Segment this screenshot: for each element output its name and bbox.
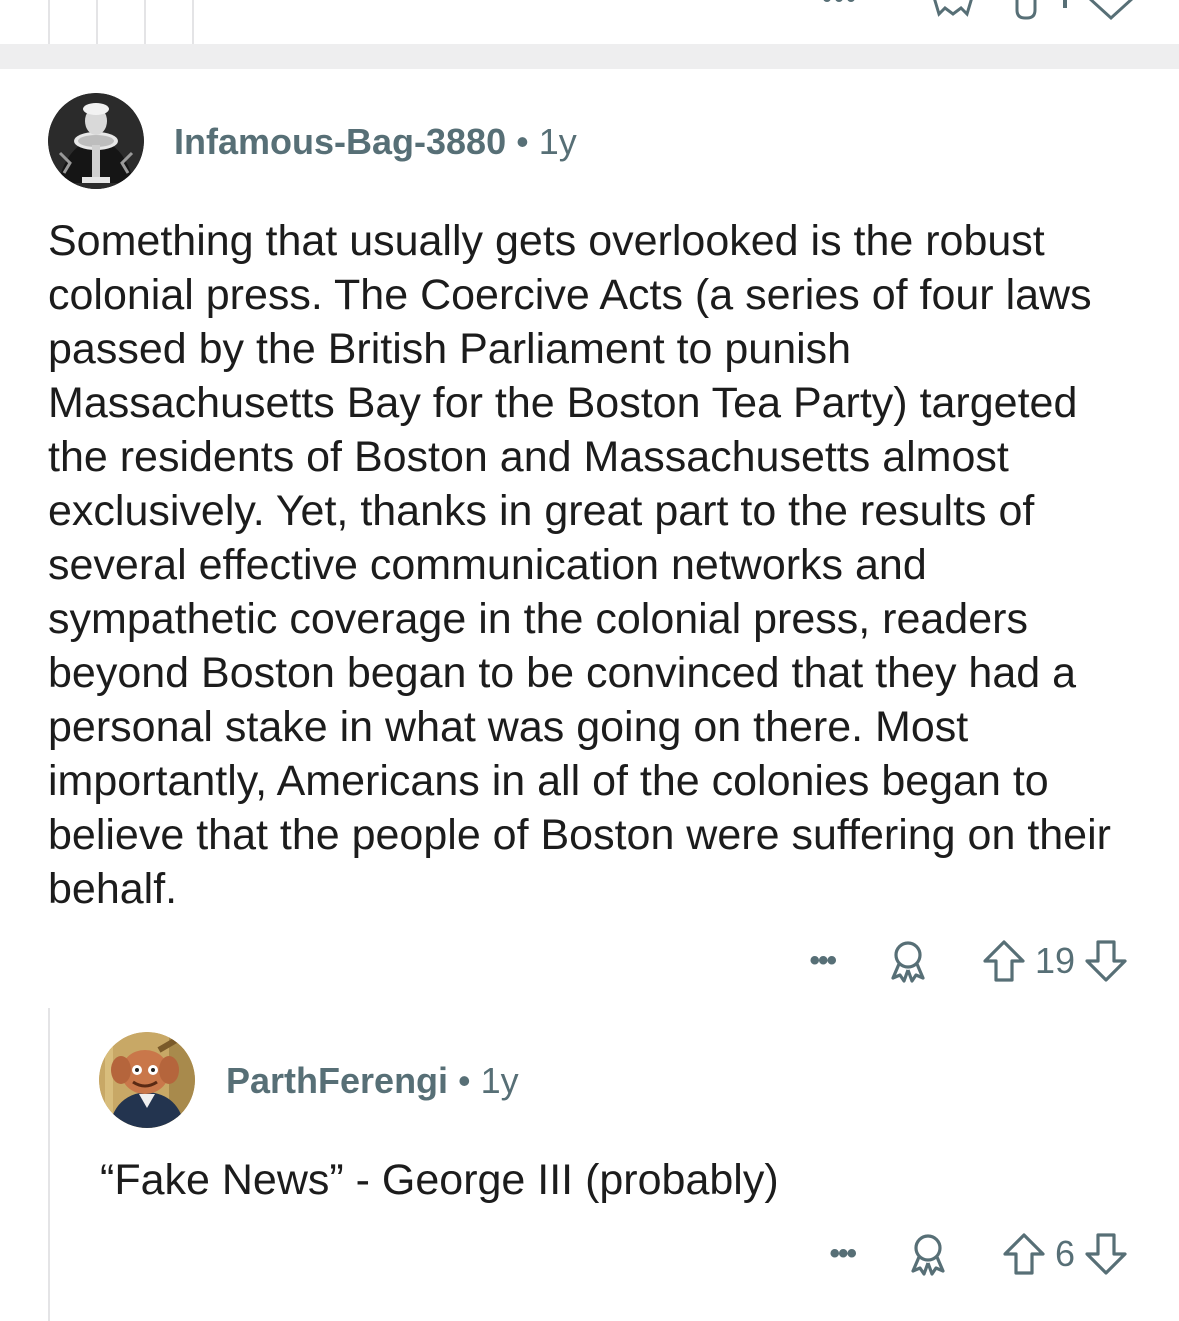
- meta-separator: •: [458, 1060, 471, 1101]
- thread-line[interactable]: [96, 0, 98, 44]
- downvote-arrow-icon[interactable]: [1088, 0, 1133, 21]
- avatar[interactable]: [99, 1032, 195, 1128]
- comment-parthferengi: ParthFerengi • 1y “Fake News” - George III…: [0, 1008, 1179, 1321]
- award-icon[interactable]: [885, 938, 931, 984]
- comment-meta: Infamous-Bag-3880 • 1y: [174, 121, 577, 163]
- comment-body: “Fake News” - George III (probably): [100, 1156, 779, 1204]
- thread-line[interactable]: [192, 0, 194, 44]
- comment-age: 1y: [480, 1060, 519, 1101]
- vote-score: 19: [1034, 940, 1075, 981]
- comment-age: 1y: [538, 121, 577, 162]
- previous-comment-actions: [813, 0, 1133, 22]
- award-icon[interactable]: [933, 0, 973, 17]
- author-name[interactable]: ParthFerengi: [226, 1060, 448, 1101]
- author-name[interactable]: Infamous-Bag-3880: [174, 121, 506, 162]
- score-fragment: [1063, 0, 1067, 8]
- meta-separator: •: [516, 121, 529, 162]
- thread-line[interactable]: [48, 0, 50, 44]
- previous-comment-footer: [0, 0, 1179, 44]
- comment-infamous-bag: Infamous-Bag-3880 • 1y Something that usua…: [0, 69, 1179, 1029]
- avatar[interactable]: [48, 93, 144, 189]
- more-options-icon[interactable]: •••: [829, 1237, 856, 1271]
- comment-meta: ParthFerengi • 1y: [226, 1060, 519, 1102]
- upvote-arrow-icon[interactable]: [1001, 1231, 1047, 1277]
- vote-score: 6: [1054, 1233, 1075, 1274]
- downvote-arrow-icon[interactable]: [1083, 1231, 1129, 1277]
- comment-body: Something that usually gets overlooked i…: [48, 217, 1111, 913]
- award-icon[interactable]: [905, 1231, 951, 1277]
- comment-actions: ••• 6: [829, 1224, 1129, 1284]
- downvote-arrow-icon[interactable]: [1083, 938, 1129, 984]
- upvote-arrow-icon[interactable]: [981, 938, 1027, 984]
- comment-actions: ••• 19: [809, 931, 1129, 991]
- more-options-icon[interactable]: •••: [809, 944, 836, 978]
- upvote-arrow-icon[interactable]: [1015, 0, 1037, 20]
- more-options-icon[interactable]: [823, 0, 855, 2]
- comment-divider: [0, 44, 1179, 69]
- thread-line[interactable]: [144, 0, 146, 44]
